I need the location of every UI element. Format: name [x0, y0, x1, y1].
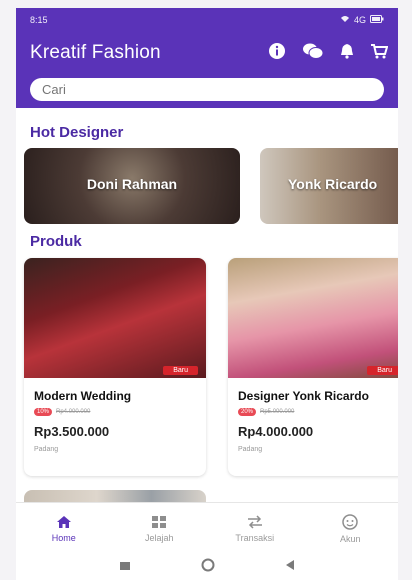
- discount-badge: 20%: [238, 408, 257, 416]
- back-icon[interactable]: [285, 558, 295, 576]
- home-button-icon[interactable]: [201, 558, 215, 577]
- product-image: [24, 258, 206, 378]
- discount-badge: 10%: [34, 408, 53, 416]
- nav-jelajah[interactable]: Jelajah: [112, 503, 208, 554]
- status-bar: 8:15 4G: [30, 12, 384, 28]
- nav-akun[interactable]: Akun: [303, 503, 399, 554]
- new-badge: Baru: [163, 366, 198, 375]
- phone-screen: 8:15 4G Kreatif Fashion Cari Hot Designe…: [16, 8, 398, 580]
- bottom-navigation: Home Jelajah Transaksi Akun: [16, 502, 398, 554]
- info-icon[interactable]: [268, 42, 286, 60]
- app-screen: 8:15 4G Kreatif Fashion Cari Hot Designe…: [0, 0, 412, 580]
- product-image: [228, 258, 398, 378]
- product-price: Rp4.000.000: [238, 424, 314, 439]
- app-bar-actions: [268, 42, 388, 60]
- old-price: Rp4.000.000: [56, 409, 91, 415]
- bell-icon[interactable]: [340, 43, 354, 59]
- nav-label-jelajah: Jelajah: [144, 532, 174, 543]
- designer-card[interactable]: Doni Rahman: [24, 148, 240, 224]
- nav-home[interactable]: Home: [16, 503, 112, 554]
- wifi-icon: [340, 15, 350, 25]
- product-card[interactable]: Baru Designer Yonk Ricardo 20% Rp5.000.0…: [228, 258, 398, 476]
- system-navigation-bar: [16, 554, 398, 580]
- product-name: Designer Yonk Ricardo: [238, 389, 369, 403]
- designer-name: Yonk Ricardo: [288, 176, 378, 192]
- section-title-products: Produk: [30, 233, 82, 250]
- discount-row: 20% Rp5.000.000: [238, 408, 294, 416]
- nav-label-transaksi: Transaksi: [235, 532, 275, 543]
- nav-transaksi[interactable]: Transaksi: [207, 503, 303, 554]
- designer-card[interactable]: Yonk Ricardo: [260, 148, 398, 224]
- nav-label-home: Home: [51, 532, 76, 543]
- battery-icon: [370, 15, 384, 25]
- product-card[interactable]: Baru Modern Wedding 10% Rp4.000.000 Rp3.…: [24, 258, 206, 476]
- discount-row: 10% Rp4.000.000: [34, 408, 90, 416]
- designer-name: Doni Rahman: [86, 176, 178, 192]
- product-name: Modern Wedding: [34, 389, 132, 403]
- account-icon: [342, 513, 358, 530]
- section-title-designers: Hot Designer: [30, 124, 124, 141]
- grid-icon: [151, 515, 167, 529]
- app-bar: 8:15 4G Kreatif Fashion: [16, 8, 398, 108]
- signal-label: 4G: [353, 15, 366, 25]
- new-badge: Baru: [367, 366, 398, 375]
- product-location: Padang: [34, 446, 59, 453]
- cart-icon[interactable]: [370, 43, 388, 59]
- search-input[interactable]: [30, 78, 384, 101]
- old-price: Rp5.000.000: [260, 409, 295, 415]
- home-icon: [56, 515, 72, 529]
- nav-label-akun: Akun: [339, 533, 361, 544]
- product-price: Rp3.500.000: [34, 424, 110, 439]
- app-title: Kreatif Fashion: [30, 42, 161, 63]
- transfer-icon: [246, 514, 264, 529]
- status-time: 8:15: [30, 15, 48, 25]
- chat-icon[interactable]: [302, 42, 324, 60]
- product-location: Padang: [238, 446, 263, 453]
- recents-icon[interactable]: [119, 558, 131, 576]
